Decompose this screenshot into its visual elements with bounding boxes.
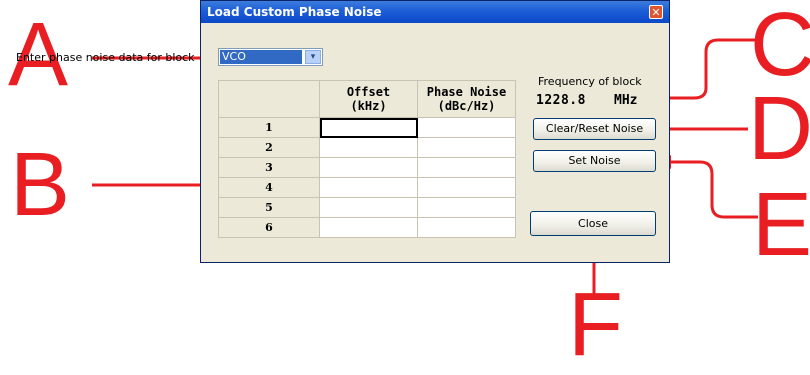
chevron-down-icon[interactable]: ▾ [305, 50, 321, 64]
column-header-offset: Offset (kHz) [319, 80, 418, 118]
dialog-title: Load Custom Phase Noise [207, 5, 382, 19]
row-number: 5 [218, 197, 320, 218]
table-corner [218, 80, 320, 118]
table-row: 5 [218, 197, 516, 218]
column-header-offset-label: Offset (kHz) [346, 85, 391, 113]
title-bar[interactable]: Load Custom Phase Noise ✕ [201, 1, 669, 23]
block-selector-label: Enter phase noise data for block [16, 51, 195, 64]
table-row: 3 [218, 157, 516, 178]
offset-cell[interactable] [319, 117, 418, 138]
annotation-line-e [657, 160, 758, 219]
annotation-label-b: B [10, 135, 71, 235]
close-icon[interactable]: ✕ [649, 5, 663, 19]
phase-noise-cell[interactable] [417, 157, 516, 178]
annotation-label-f: F [568, 275, 623, 375]
phase-noise-table: Offset (kHz) Phase Noise (dBc/Hz) 1 2 3 … [218, 80, 516, 238]
table-row: 1 [218, 117, 516, 138]
phase-noise-cell[interactable] [417, 177, 516, 198]
offset-cell[interactable] [319, 137, 418, 158]
phase-noise-cell[interactable] [417, 217, 516, 238]
annotation-label-e: E [752, 175, 810, 275]
annotation-label-c: C [750, 0, 810, 95]
table-row: 2 [218, 137, 516, 158]
clear-reset-noise-button[interactable]: Clear/Reset Noise [533, 118, 656, 140]
frequency-label: Frequency of block [538, 75, 642, 88]
column-header-phase-noise-label: Phase Noise (dBc/Hz) [426, 85, 507, 113]
row-number: 2 [218, 137, 320, 158]
offset-cell[interactable] [319, 177, 418, 198]
set-noise-button[interactable]: Set Noise [533, 150, 656, 172]
frequency-unit: MHz [614, 93, 638, 108]
table-row: 4 [218, 177, 516, 198]
frequency-value: 1228.8 [536, 93, 586, 108]
row-number: 4 [218, 177, 320, 198]
close-button[interactable]: Close [530, 211, 656, 236]
row-number: 3 [218, 157, 320, 178]
phase-noise-cell[interactable] [417, 197, 516, 218]
table-row: 6 [218, 217, 516, 238]
offset-cell[interactable] [319, 157, 418, 178]
row-number: 6 [218, 217, 320, 238]
offset-cell[interactable] [319, 217, 418, 238]
offset-cell[interactable] [319, 197, 418, 218]
annotation-label-d: D [748, 79, 810, 179]
row-number: 1 [218, 117, 320, 138]
column-header-phase-noise: Phase Noise (dBc/Hz) [417, 80, 516, 118]
block-selector-value[interactable]: VCO [220, 50, 302, 64]
block-selector-dropdown[interactable]: VCO ▾ [218, 48, 323, 66]
phase-noise-cell[interactable] [417, 137, 516, 158]
phase-noise-cell[interactable] [417, 117, 516, 138]
